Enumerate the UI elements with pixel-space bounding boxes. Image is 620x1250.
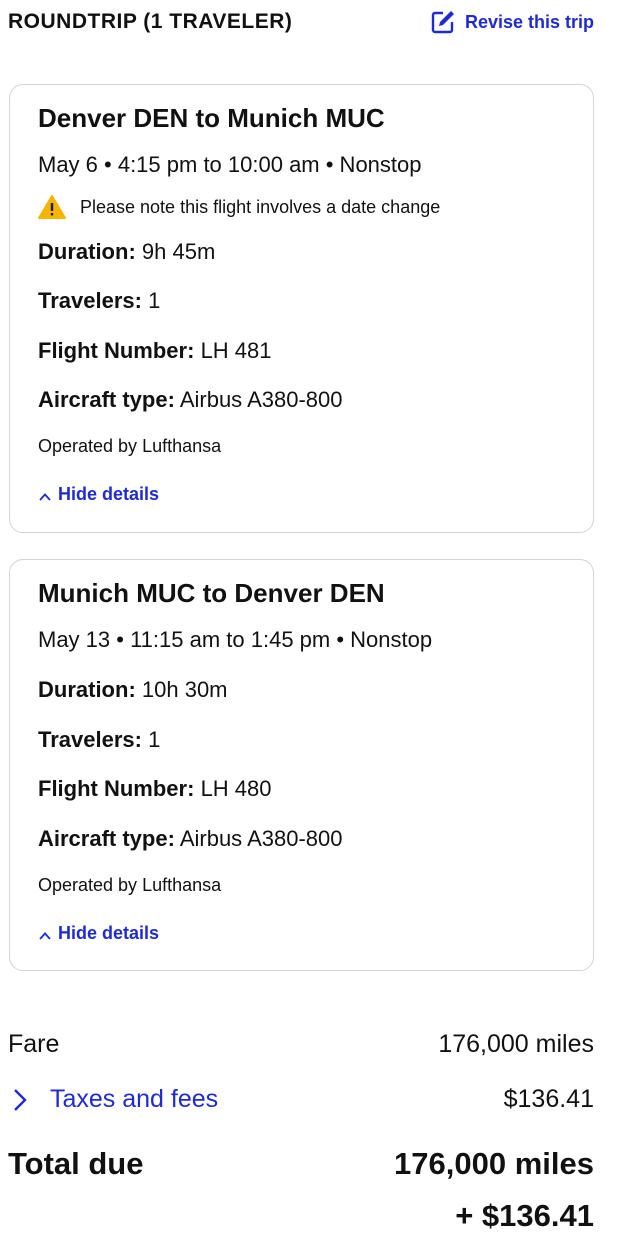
duration-row: Duration: 9h 45m bbox=[38, 239, 215, 265]
duration-value: 10h 30m bbox=[141, 677, 228, 702]
duration-label: Duration: bbox=[38, 239, 136, 264]
flight-number-label: Flight Number: bbox=[38, 338, 195, 363]
flight-route: Munich MUC to Denver DEN bbox=[38, 578, 385, 608]
operated-by: Operated by Lufthansa bbox=[38, 875, 222, 895]
chevron-up-icon bbox=[38, 488, 52, 502]
total-miles: 176,000 miles bbox=[394, 1146, 594, 1181]
aircraft-value: Airbus A380-800 bbox=[179, 826, 343, 851]
edit-icon bbox=[429, 8, 457, 36]
travelers-value: 1 bbox=[148, 288, 161, 313]
duration-value: 9h 45m bbox=[141, 239, 216, 264]
fare-value: 176,000 miles bbox=[438, 1030, 594, 1058]
revise-trip-link[interactable]: Revise this trip bbox=[429, 8, 594, 36]
trip-summary-page: ROUNDTRIP (1 TRAVELER) Revise this trip … bbox=[0, 0, 620, 1250]
total-row: Total due 176,000 miles bbox=[8, 1146, 594, 1182]
duration-label: Duration: bbox=[38, 677, 136, 702]
revise-trip-label: Revise this trip bbox=[464, 12, 594, 32]
taxes-value: $136.41 bbox=[503, 1085, 594, 1113]
flight-number-label: Flight Number: bbox=[38, 776, 195, 801]
chevron-right-icon bbox=[8, 1087, 34, 1113]
flight-card-outbound: Denver DEN to Munich MUC May 6 • 4:15 pm… bbox=[9, 84, 594, 533]
fare-row: Fare 176,000 miles bbox=[8, 1030, 594, 1059]
aircraft-row: Aircraft type: Airbus A380-800 bbox=[38, 826, 343, 852]
hide-details-label: Hide details bbox=[58, 484, 160, 504]
warning-icon bbox=[38, 194, 66, 220]
trip-title: ROUNDTRIP (1 TRAVELER) bbox=[8, 10, 293, 33]
warning-text: Please note this flight involves a date … bbox=[80, 196, 441, 217]
flight-route: Denver DEN to Munich MUC bbox=[38, 103, 385, 133]
fare-label: Fare bbox=[8, 1030, 60, 1058]
aircraft-label: Aircraft type: bbox=[38, 826, 175, 851]
total-cash: + $136.41 bbox=[455, 1198, 594, 1233]
operated-by: Operated by Lufthansa bbox=[38, 436, 222, 456]
flight-number-row: Flight Number: LH 480 bbox=[38, 776, 272, 802]
flight-number-value: LH 480 bbox=[200, 776, 272, 801]
taxes-and-fees-link[interactable]: Taxes and fees bbox=[8, 1085, 218, 1114]
chevron-up-icon bbox=[38, 927, 52, 941]
flight-times: May 6 • 4:15 pm to 10:00 am • Nonstop bbox=[38, 152, 422, 177]
hide-details-toggle[interactable]: Hide details bbox=[38, 484, 159, 505]
aircraft-value: Airbus A380-800 bbox=[179, 387, 343, 412]
hide-details-label: Hide details bbox=[58, 923, 160, 943]
taxes-and-fees-label: Taxes and fees bbox=[50, 1085, 219, 1113]
total-label: Total due bbox=[8, 1146, 144, 1181]
travelers-value: 1 bbox=[148, 727, 161, 752]
flight-card-return: Munich MUC to Denver DEN May 13 • 11:15 … bbox=[9, 559, 594, 971]
travelers-label: Travelers: bbox=[38, 727, 142, 752]
flight-number-row: Flight Number: LH 481 bbox=[38, 338, 272, 364]
hide-details-toggle[interactable]: Hide details bbox=[38, 923, 159, 944]
date-change-warning: Please note this flight involves a date … bbox=[38, 194, 440, 220]
travelers-label: Travelers: bbox=[38, 288, 142, 313]
taxes-row: Taxes and fees $136.41 bbox=[8, 1085, 594, 1114]
flight-number-value: LH 481 bbox=[200, 338, 272, 363]
flight-times: May 13 • 11:15 am to 1:45 pm • Nonstop bbox=[38, 627, 433, 652]
trip-header: ROUNDTRIP (1 TRAVELER) Revise this trip bbox=[8, 8, 594, 42]
travelers-row: Travelers: 1 bbox=[38, 288, 160, 314]
aircraft-row: Aircraft type: Airbus A380-800 bbox=[38, 387, 343, 413]
duration-row: Duration: 10h 30m bbox=[38, 677, 228, 703]
aircraft-label: Aircraft type: bbox=[38, 387, 175, 412]
travelers-row: Travelers: 1 bbox=[38, 727, 160, 753]
